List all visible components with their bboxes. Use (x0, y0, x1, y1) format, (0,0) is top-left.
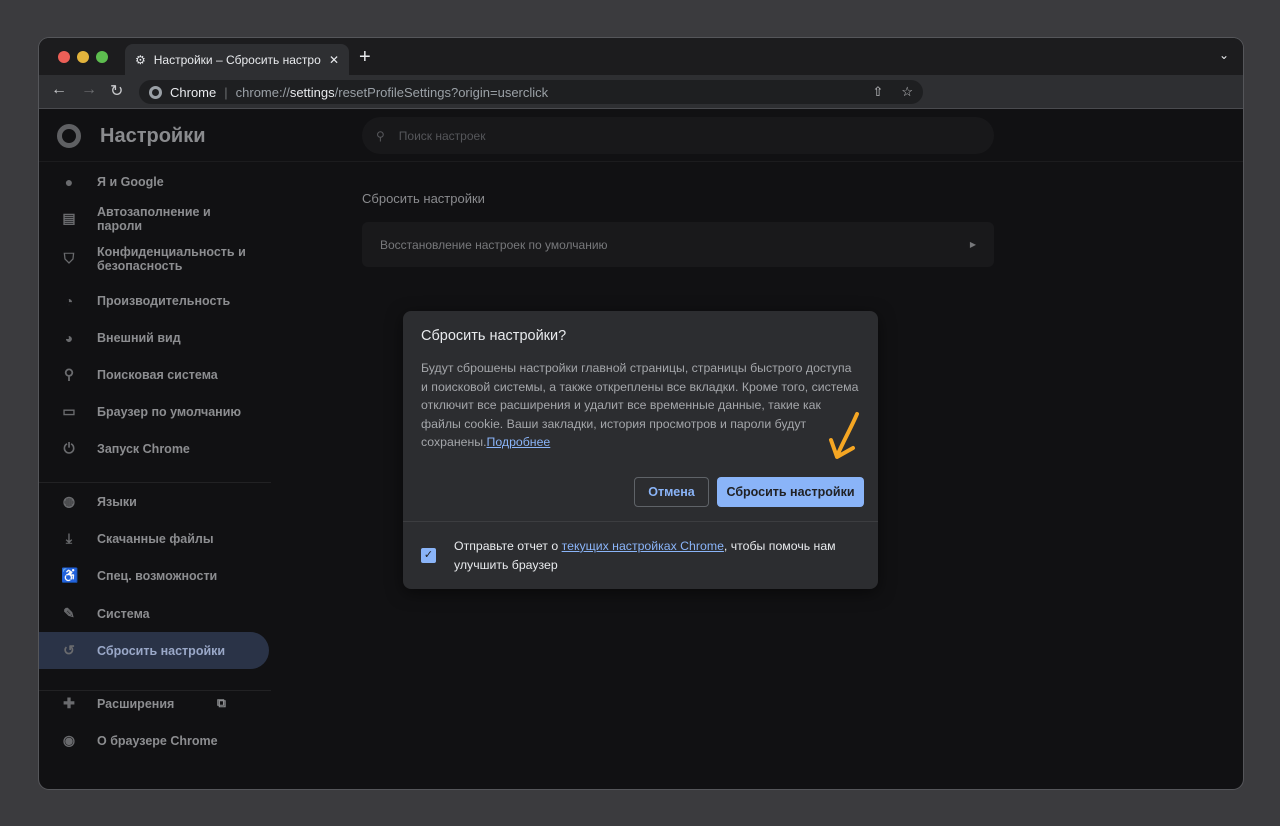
chrome-icon: ◉ (62, 732, 76, 748)
learn-more-link[interactable]: Подробнее (487, 435, 551, 449)
maximize-window-button[interactable] (96, 51, 108, 63)
sidebar-item-search[interactable]: ⚲ Поисковая система (39, 356, 269, 393)
download-icon: ⤓ (65, 530, 73, 546)
tab-strip: ⚙ Настройки – Сбросить настройки ✕ + ⌄ (39, 38, 1243, 75)
back-icon[interactable]: ← (51, 81, 67, 99)
chrome-icon (149, 85, 162, 99)
sidebar-item-shield[interactable]: ⛉ Конфиденциальность и безопасность (39, 240, 269, 277)
reset-dialog: Сбросить настройки? Будут сброшены настр… (403, 311, 878, 589)
sidebar-item-chrome[interactable]: ◉ О браузере Chrome (39, 722, 269, 759)
tab-settings[interactable]: ⚙ Настройки – Сбросить настройки ✕ (125, 44, 349, 75)
sidebar-item-globe[interactable]: ◍ Языки (39, 483, 269, 520)
minimize-window-button[interactable] (77, 51, 89, 63)
browser-icon: ▭ (62, 403, 76, 419)
section-title: Сбросить настройки (362, 191, 485, 206)
reset-settings-button[interactable]: Сбросить настройки (717, 477, 864, 507)
puzzle-icon: ✚ (63, 695, 75, 711)
forward-icon[interactable]: → (81, 81, 97, 99)
annotation-arrow-icon (829, 412, 859, 459)
shield-icon: ⛉ (63, 250, 75, 266)
url-text: chrome://settings/resetProfileSettings?o… (235, 84, 549, 100)
sidebar-item-browser[interactable]: ▭ Браузер по умолчанию (39, 393, 269, 430)
settings-header: Настройки ⚲ Поиск настроек (39, 110, 1243, 162)
chevron-down-icon[interactable]: ⌄ (1219, 48, 1229, 62)
report-text: Отправьте отчет о текущих настройках Chr… (454, 538, 836, 572)
report-footer: ✓ Отправьте отчет о текущих настройках C… (403, 521, 878, 589)
close-tab-icon[interactable]: ✕ (329, 53, 339, 67)
sidebar-item-person[interactable]: ● Я и Google (39, 163, 269, 200)
browser-window: ⚙ Настройки – Сбросить настройки ✕ + ⌄ ←… (39, 38, 1243, 789)
accessibility-icon: ♿ (61, 567, 79, 583)
cancel-button[interactable]: Отмена (634, 477, 709, 507)
address-bar[interactable]: Chrome | chrome://settings/resetProfileS… (139, 80, 923, 104)
power-icon: ⏻ (63, 440, 75, 456)
chevron-right-icon: ▶ (969, 240, 976, 249)
gear-icon: ⚙ (135, 52, 146, 67)
sidebar-item-puzzle[interactable]: ✚ Расширения ⧉ (39, 685, 269, 722)
close-window-button[interactable] (58, 51, 70, 63)
report-checkbox[interactable]: ✓ (421, 548, 436, 563)
chrome-logo-icon (57, 124, 81, 148)
sidebar-item-download[interactable]: ⤓ Скачанные файлы (39, 520, 269, 557)
dialog-title: Сбросить настройки? (421, 328, 567, 344)
current-settings-link[interactable]: текущих настройках Chrome (562, 539, 724, 553)
speedometer-icon: ◔ (64, 292, 74, 309)
search-input[interactable]: ⚲ Поиск настроек (362, 117, 994, 154)
sidebar-item-power[interactable]: ⏻ Запуск Chrome (39, 430, 269, 467)
sidebar-item-wrench[interactable]: ✎ Система (39, 595, 269, 632)
sidebar-item-speedometer[interactable]: ◔ Производительность (39, 282, 269, 319)
globe-icon: ◍ (62, 493, 76, 509)
wrench-icon: ✎ (63, 605, 75, 621)
sidebar-item-accessibility[interactable]: ♿ Спец. возможности (39, 557, 269, 594)
toolbar: ← → ↻ Chrome | chrome://settings/resetPr… (39, 75, 1243, 109)
clipboard-icon: ▤ (62, 210, 76, 226)
sidebar-item-palette[interactable]: ◕ Внешний вид (39, 319, 269, 356)
person-icon: ● (64, 173, 74, 190)
search-icon: ⚲ (376, 128, 385, 143)
restore-defaults-row[interactable]: Восстановление настроек по умолчанию ▶ (362, 222, 994, 267)
external-link-icon: ⧉ (217, 696, 226, 710)
palette-icon: ◕ (64, 329, 74, 346)
sidebar-item-clipboard[interactable]: ▤ Автозаполнение и пароли (39, 200, 269, 237)
sidebar: ● Я и Google ▤ Автозаполнение и пароли ⛉ Конф… (39, 162, 279, 762)
new-tab-button[interactable]: + (359, 46, 371, 69)
dialog-body: Будут сброшены настройки главной страниц… (421, 361, 859, 450)
history-icon: ↺ (63, 642, 75, 658)
page-title: Настройки (100, 125, 206, 147)
share-icon[interactable]: ⇧ (872, 84, 883, 100)
sidebar-item-history[interactable]: ↺ Сбросить настройки (39, 632, 269, 669)
star-icon[interactable]: ☆ (901, 84, 913, 100)
search-icon: ⚲ (63, 366, 75, 382)
separator: | (224, 84, 228, 100)
reload-icon[interactable]: ↻ (110, 81, 123, 101)
